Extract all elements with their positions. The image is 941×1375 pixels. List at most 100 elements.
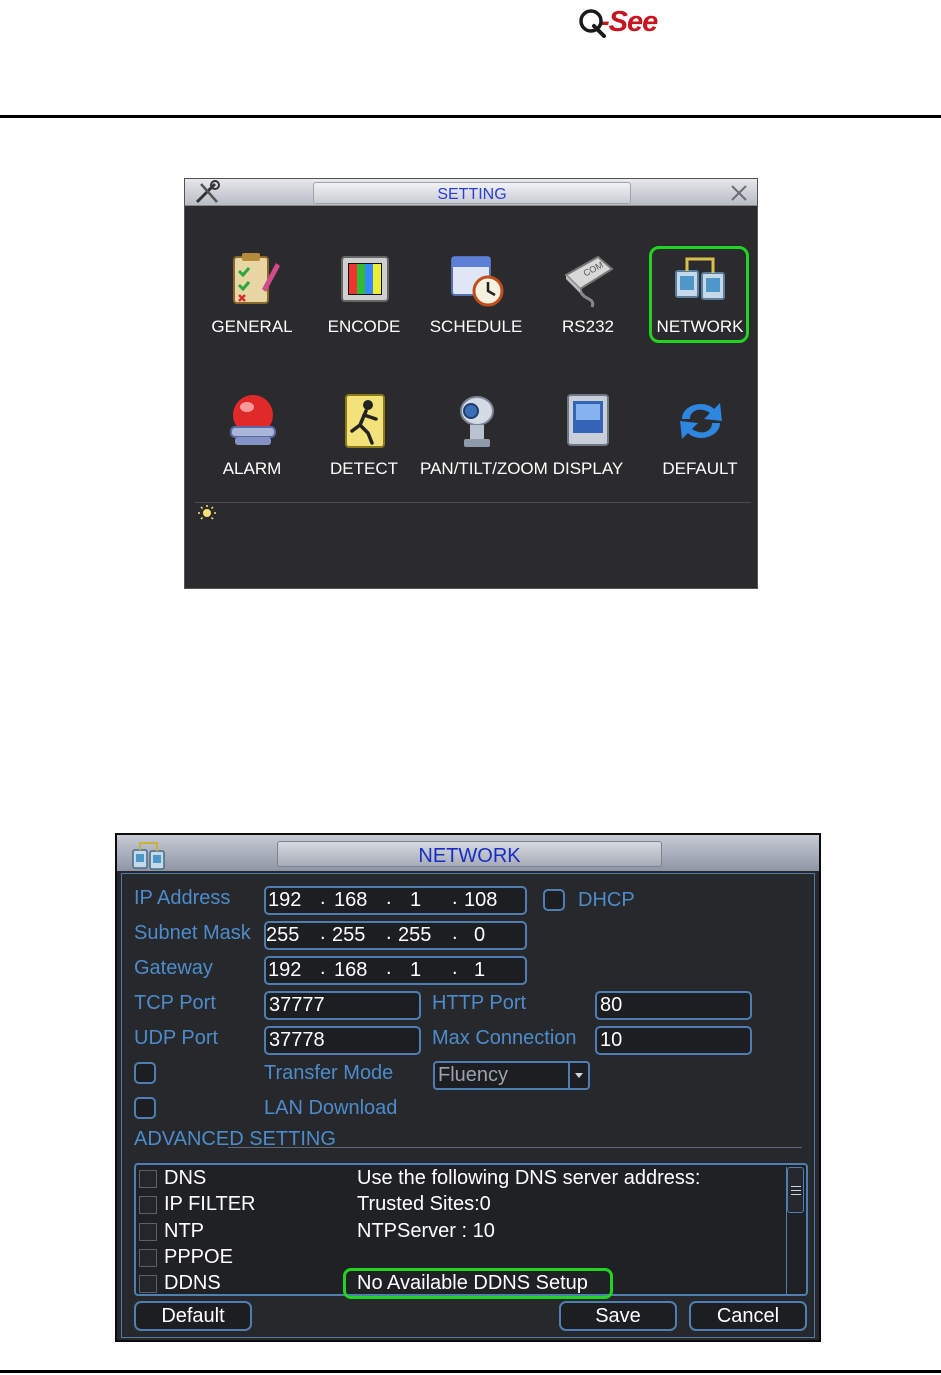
setting-title-tab: SETTING [313, 182, 631, 204]
ddns-checkbox[interactable] [139, 1275, 157, 1293]
setting-item-label: GENERAL [211, 317, 293, 336]
list-item[interactable]: DNS Use the following DNS server address… [136, 1167, 806, 1193]
scrollbar[interactable] [786, 1167, 804, 1294]
grip-line [791, 1190, 801, 1191]
grip-line [791, 1194, 801, 1195]
chevron-down-icon [575, 1073, 583, 1078]
ip-octet: 1 [410, 889, 422, 911]
refresh-icon [680, 403, 722, 439]
brand-logo: -See [578, 4, 658, 40]
save-button[interactable]: Save [559, 1301, 677, 1331]
ip-address-field[interactable]: 192 . 168 . 1 . 108 [264, 886, 527, 915]
list-item-name: DDNS [164, 1272, 221, 1294]
lan-download-checkbox[interactable] [134, 1097, 156, 1119]
ip-dot: . [320, 957, 326, 979]
dhcp-label: DHCP [578, 889, 635, 911]
setting-item-label: ALARM [222, 459, 282, 478]
pppoe-checkbox[interactable] [139, 1249, 157, 1267]
setting-item-alarm[interactable]: ALARM [196, 391, 308, 501]
scroll-thumb[interactable] [787, 1167, 804, 1213]
setting-item-label: SCHEDULE [429, 317, 523, 336]
ip-filter-checkbox[interactable] [139, 1196, 157, 1214]
setting-item-ptz[interactable]: PAN/TILT/ZOOM [420, 391, 548, 501]
list-item-desc: Use the following DNS server address: [357, 1167, 701, 1189]
general-icon [233, 253, 280, 304]
ip-octet: 192 [268, 959, 302, 981]
tools-icon [195, 180, 220, 204]
gateway-field[interactable]: 192 . 168 . 1 . 1 [264, 956, 527, 985]
network-title: NETWORK [418, 845, 521, 867]
list-item-name: DNS [164, 1167, 207, 1189]
list-item-desc: NTPServer : 10 [357, 1220, 495, 1242]
setting-item-display[interactable]: DISPLAY [532, 391, 644, 501]
alarm-icon [230, 395, 276, 445]
tcp-port-input[interactable]: 37777 [264, 991, 421, 1020]
setting-item-schedule[interactable]: SCHEDULE [420, 249, 532, 359]
network-highlight [649, 246, 749, 343]
ip-octet: 255 [266, 924, 300, 946]
ptz-camera-icon [460, 396, 494, 447]
ip-octet: 108 [464, 889, 498, 911]
http-port-input[interactable]: 80 [595, 991, 752, 1020]
advanced-divider [228, 1147, 802, 1148]
max-connection-input[interactable]: 10 [595, 1026, 752, 1055]
ip-octet: 168 [334, 959, 368, 981]
encode-icon [341, 256, 389, 302]
max-connection-label: Max Connection [432, 1027, 577, 1049]
schedule-icon [451, 256, 504, 307]
ntp-checkbox[interactable] [139, 1223, 157, 1241]
setting-item-encode[interactable]: ENCODE [308, 249, 420, 359]
ip-dot: . [452, 957, 458, 979]
ip-dot: . [386, 957, 392, 979]
setting-item-general[interactable]: GENERAL [196, 249, 308, 359]
setting-item-rs232[interactable]: COM RS232 [532, 249, 644, 359]
udp-port-label: UDP Port [134, 1027, 219, 1049]
ddns-highlight [343, 1268, 613, 1299]
rs232-icon: COM [564, 255, 614, 308]
ip-octet: 255 [332, 924, 366, 946]
ip-octet: 1 [410, 959, 422, 981]
list-item[interactable]: IP FILTER Trusted Sites:0 [136, 1193, 806, 1219]
ip-address-label: IP Address [134, 887, 231, 909]
setting-window: SETTING GENERAL ENCODE SCHEDULE COM RS23… [184, 178, 758, 589]
dns-checkbox[interactable] [139, 1170, 157, 1188]
transfer-mode-label: Transfer Mode [264, 1062, 394, 1084]
dhcp-checkbox[interactable] [543, 889, 565, 911]
setting-divider [195, 502, 751, 503]
list-item[interactable]: NTP NTPServer : 10 [136, 1220, 806, 1246]
ip-dot: . [452, 887, 458, 909]
setting-item-label: RS232 [562, 317, 614, 336]
subnet-mask-field[interactable]: 255 . 255 . 255 . 0 [264, 921, 527, 950]
tcp-port-label: TCP Port [134, 992, 216, 1014]
setting-title: SETTING [437, 186, 507, 203]
setting-item-detect[interactable]: DETECT [308, 391, 420, 501]
list-item-name: NTP [164, 1220, 204, 1242]
detect-icon [345, 394, 385, 448]
ip-dot: . [320, 887, 326, 909]
network-title-tab: NETWORK [277, 841, 662, 867]
header-rule [0, 115, 941, 118]
close-icon[interactable] [729, 183, 749, 203]
transfer-mode-select[interactable]: Fluency [433, 1061, 590, 1090]
setting-item-label: PAN/TILT/ZOOM [420, 459, 548, 478]
transfer-mode-checkbox[interactable] [134, 1062, 156, 1084]
cancel-button[interactable]: Cancel [689, 1301, 807, 1331]
setting-titlebar: SETTING [185, 179, 757, 206]
default-button[interactable]: Default [134, 1301, 252, 1331]
udp-port-input[interactable]: 37778 [264, 1026, 421, 1055]
ip-octet: 1 [474, 959, 486, 981]
lan-download-label: LAN Download [264, 1097, 398, 1119]
ip-dot: . [452, 922, 458, 944]
http-port-label: HTTP Port [432, 992, 527, 1014]
ip-octet: 192 [268, 889, 302, 911]
setting-item-default[interactable]: DEFAULT [644, 391, 756, 501]
setting-item-label: DEFAULT [662, 459, 738, 478]
list-item-desc: Trusted Sites:0 [357, 1193, 491, 1215]
list-item-name: PPPOE [164, 1246, 233, 1268]
setting-item-label: ENCODE [327, 317, 401, 336]
transfer-mode-value: Fluency [438, 1064, 509, 1086]
q-logo-icon [579, 9, 606, 38]
setting-item-label: DISPLAY [552, 459, 624, 478]
dropdown-toggle[interactable] [568, 1063, 588, 1088]
ip-dot: . [320, 922, 326, 944]
